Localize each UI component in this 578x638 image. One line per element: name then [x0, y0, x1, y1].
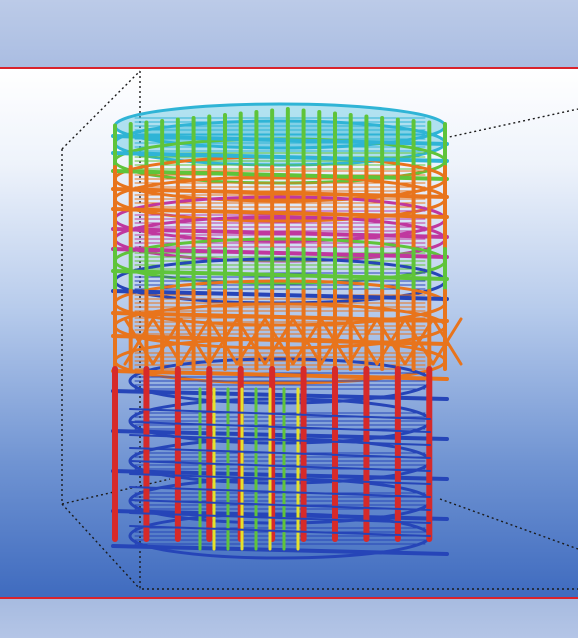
- 3d-viewport[interactable]: [0, 67, 578, 599]
- bottom-band: [0, 599, 578, 638]
- top-band: [0, 0, 578, 67]
- structural-steel-model-icon: [61, 70, 578, 590]
- steel-structure: [111, 102, 463, 560]
